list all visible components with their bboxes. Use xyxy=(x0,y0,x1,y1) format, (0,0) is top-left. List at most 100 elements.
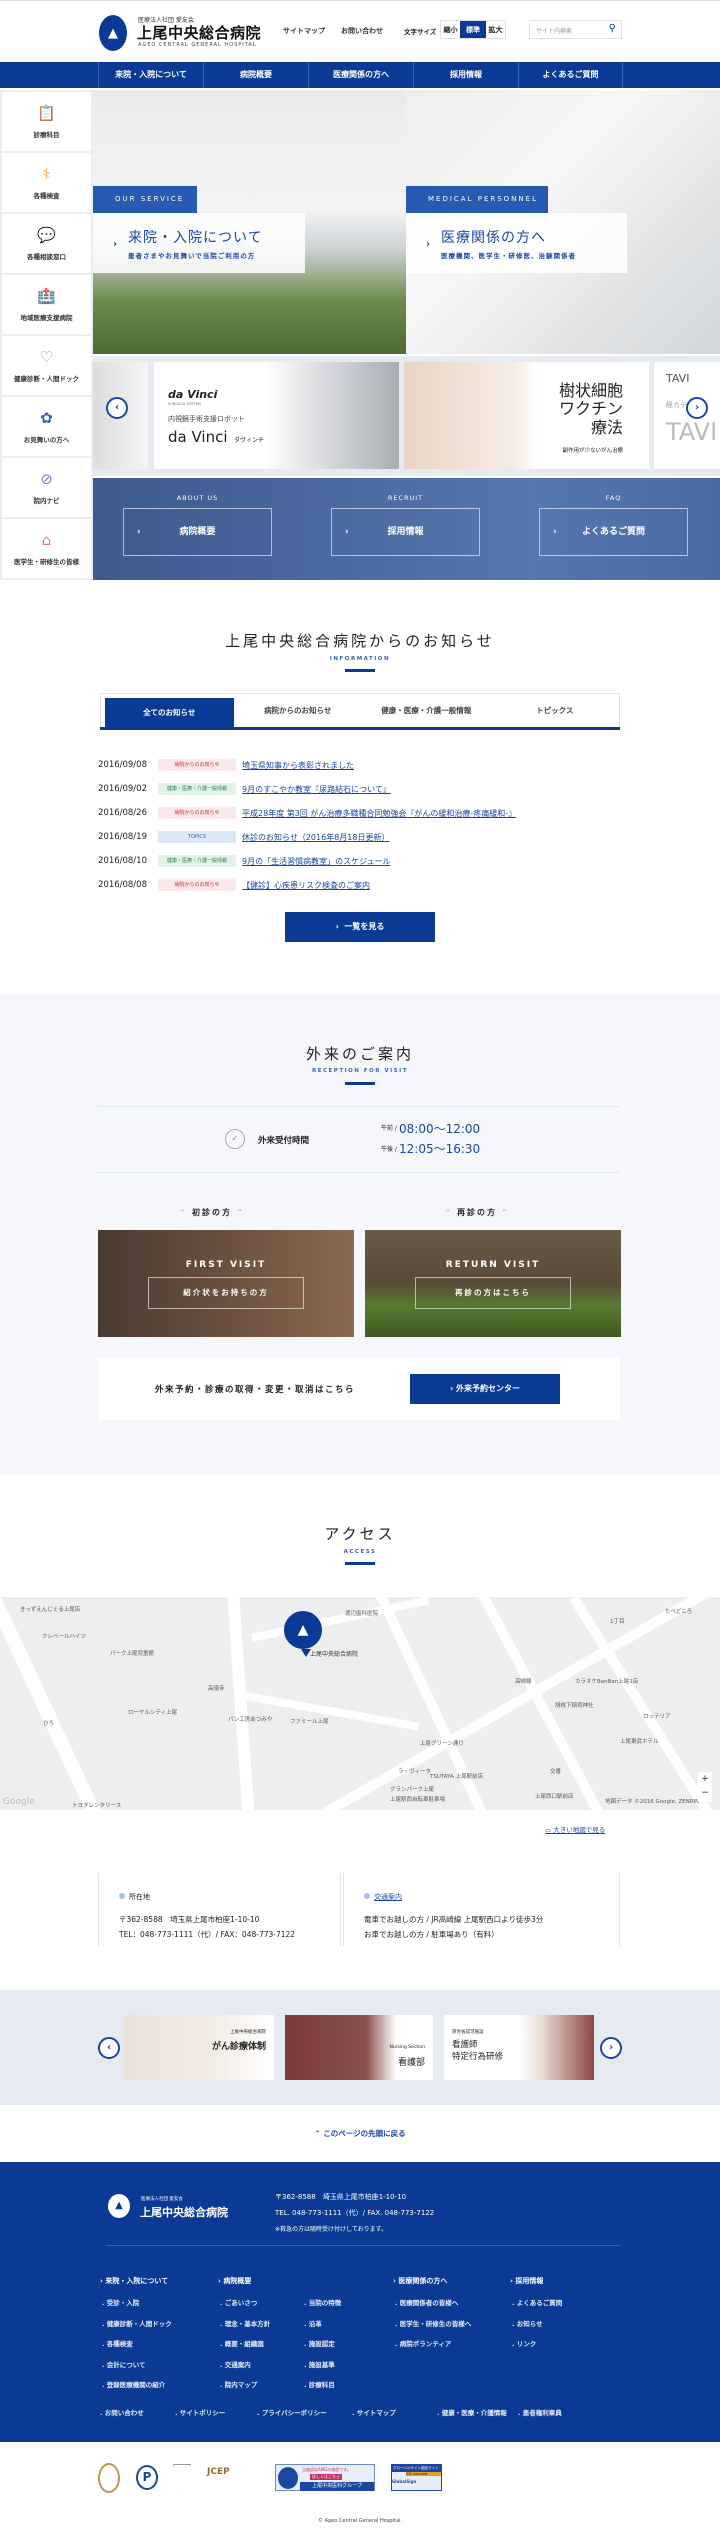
reservation-center-button[interactable]: › 外来予約センター xyxy=(410,1374,560,1404)
globalsign-badge[interactable]: グローバルサイン認証サイト SSL secured GlobalSign xyxy=(391,2464,442,2491)
traffic-link[interactable]: 交通案内 xyxy=(374,1893,402,1901)
footer-bottom-link-text: 患者権利章典 xyxy=(522,2409,562,2417)
hero-visit-panel[interactable]: OUR SERVICE › 来院・入院について 患者さまやお見舞いで当院ご利用の… xyxy=(93,90,406,354)
carousel-prev-button[interactable]: ‹ xyxy=(98,2037,120,2059)
slide-vaccine[interactable]: 樹状細胞 ワクチン 療法 副作用が少ないがん治療 xyxy=(404,362,649,469)
footer-link[interactable]: . 沿革 xyxy=(304,2318,322,2328)
nav-about[interactable]: 病院概要 xyxy=(203,62,308,88)
am-hours: 08:00～12:00 xyxy=(399,1122,481,1136)
hero-medical-panel[interactable]: MEDICAL PERSONNEL › 医療関係の方へ 医療機関、医学生・研修医… xyxy=(406,90,720,354)
logo-name[interactable]: 上尾中央総合病院 xyxy=(137,22,261,43)
nav-recruit[interactable]: 採用情報 xyxy=(413,62,518,88)
nav-medical[interactable]: 医療関係の方へ xyxy=(308,62,413,88)
footer-bottom-link[interactable]: . お問い合わせ xyxy=(100,2407,144,2417)
footer-link[interactable]: . 理念・基本方針 xyxy=(220,2318,270,2328)
contact-link[interactable]: お問い合わせ xyxy=(341,26,383,36)
footer-link-text: 登録医療機関の紹介 xyxy=(106,2381,166,2389)
news-link[interactable]: 9月のすこやか教室『尿路結石について』 xyxy=(242,784,391,795)
font-size-large-button[interactable]: 拡大 xyxy=(486,21,505,38)
sidebar-item-regional-hospital[interactable]: 🏥 地域医療支援病院 xyxy=(2,275,91,334)
hospital-logo-icon[interactable]: ▲ xyxy=(99,15,127,51)
footer-link[interactable]: . 診療科目 xyxy=(304,2379,335,2389)
footer-col-title[interactable]: › 来院・入院について xyxy=(100,2276,168,2286)
slider-prev-button[interactable]: ‹ xyxy=(106,397,128,419)
map-zoom-control[interactable]: + − xyxy=(698,1772,712,1802)
footer-link[interactable]: . ごあいさつ xyxy=(220,2297,257,2307)
sidebar-item-navi[interactable]: ⊘ 院内ナビ xyxy=(2,458,91,517)
news-more-button[interactable]: › 一覧を見る xyxy=(285,912,435,942)
news-link[interactable]: 埼玉県知事から表彰されました xyxy=(242,760,354,771)
sidebar-item-consultation[interactable]: 💬 各種相談窓口 xyxy=(2,214,91,273)
jcep-badge[interactable]: JCEP xyxy=(207,2467,230,2477)
footer-link[interactable]: . よくあるご質問 xyxy=(512,2297,562,2307)
nav-visit[interactable]: 来院・入院について xyxy=(98,62,203,88)
banner-about-button[interactable]: › 病院概要 xyxy=(123,508,272,556)
footer-link[interactable]: . 交通案内 xyxy=(220,2359,251,2369)
footer-link[interactable]: . 健康診断・人間ドック xyxy=(102,2318,172,2328)
footer-col-title[interactable]: › 病院概要 xyxy=(218,2276,251,2286)
news-link[interactable]: 【健診】心疾患リスク検査のご案内 xyxy=(242,880,370,891)
footer-link[interactable]: . 施設基準 xyxy=(304,2359,335,2369)
footer-link[interactable]: . 当院の特徴 xyxy=(304,2297,341,2307)
banner-faq-button[interactable]: › よくあるご質問 xyxy=(539,508,688,556)
footer-link[interactable]: . 病院ボランティア xyxy=(395,2338,451,2348)
first-visit-card[interactable]: FIRST VISIT 紹介状をお持ちの方 xyxy=(98,1230,354,1337)
return-visit-card[interactable]: RETURN VISIT 再診の方はこちら xyxy=(365,1230,621,1337)
news-link[interactable]: 9月の「生活習慣病教室」のスケジュール xyxy=(242,856,391,867)
footer-bottom-link[interactable]: . 患者権利章典 xyxy=(518,2407,562,2417)
tab-health[interactable]: 健康・医療・介護一般情報 xyxy=(362,694,491,728)
news-link[interactable]: 平成28年度 第3回 がん治療多職種合同勉強会『がんの緩和治療-疼痛緩和-』 xyxy=(242,808,516,819)
back-to-top-link[interactable]: ⌃ このページの先頭に戻る xyxy=(0,2128,720,2139)
slide-tavi[interactable]: TAVI 経カテーテル TAVI xyxy=(654,362,720,469)
sidebar-item-visitors[interactable]: ✿ お見舞いの方へ xyxy=(2,397,91,456)
sidebar-item-departments[interactable]: 📋 診療科目 xyxy=(2,92,91,151)
tab-topics[interactable]: トピックス xyxy=(491,694,620,728)
footer-link[interactable]: . リンク xyxy=(512,2338,536,2348)
footer-col-title[interactable]: › 採用情報 xyxy=(510,2276,543,2286)
footer-link[interactable]: . 各種検査 xyxy=(102,2338,133,2348)
slide-davinci[interactable]: da Vinci SURGICAL SYSTEM 内視鏡手術支援ロボット da … xyxy=(154,362,399,469)
footer-bottom-link[interactable]: . サイトポリシー xyxy=(175,2407,225,2417)
banner-training[interactable]: 厚労省認可施設 看護師 特定行為研修 xyxy=(444,2015,594,2080)
footer-link[interactable]: . 施設認定 xyxy=(304,2338,335,2348)
sitemap-link[interactable]: サイトマップ xyxy=(283,26,325,36)
footer-link[interactable]: . お知らせ xyxy=(512,2318,543,2328)
tab-all[interactable]: 全てのお知らせ xyxy=(105,698,234,728)
font-size-standard-button[interactable]: 標準 xyxy=(460,21,486,38)
banner-cancer[interactable]: 上尾中央総合病院 がん診療体制 xyxy=(124,2015,274,2080)
jmqa-badge-icon[interactable] xyxy=(173,2464,191,2492)
privacy-mark-icon[interactable]: P xyxy=(136,2465,158,2490)
chevron-right-icon: › xyxy=(553,527,557,537)
banner-nursing[interactable]: Nursing Section 看護部 xyxy=(285,2015,433,2080)
footer-link[interactable]: . 概要・組織図 xyxy=(220,2338,264,2348)
footer-link[interactable]: . 会計について xyxy=(102,2359,146,2369)
certification-badge-icon[interactable] xyxy=(98,2463,120,2493)
font-size-small-button[interactable]: 縮小 xyxy=(441,21,460,38)
davinci-brand: da Vinci xyxy=(168,388,218,401)
footer-link[interactable]: . 院内マップ xyxy=(220,2379,257,2389)
sidebar-item-students[interactable]: ⌂ 医学生・研修生の皆様 xyxy=(2,519,91,578)
footer-link[interactable]: . 医療関係者の皆様へ xyxy=(395,2297,458,2307)
footer-link[interactable]: . 登録医療機関の紹介 xyxy=(102,2379,165,2389)
footer-col-title[interactable]: › 医療関係の方へ xyxy=(393,2276,447,2286)
carousel-next-button[interactable]: › xyxy=(600,2037,622,2059)
banner-recruit-button[interactable]: › 採用情報 xyxy=(331,508,480,556)
search-icon[interactable]: ⚲ xyxy=(609,23,616,34)
news-link[interactable]: 休診のお知らせ（2016年8月18日更新） xyxy=(242,832,389,843)
tab-hospital[interactable]: 病院からのお知らせ xyxy=(234,694,363,728)
map-label: グランパーク上尾 xyxy=(390,1787,435,1793)
sidebar-item-exams[interactable]: ⚕ 各種検査 xyxy=(2,153,91,212)
amg-badge[interactable]: 当施設はAMGの施設です。 詳しくはこちら 上尾中央医科グループ xyxy=(275,2464,375,2491)
footer-bottom-link[interactable]: . 健康・医療・介護情報 xyxy=(437,2407,507,2417)
big-map-link[interactable]: ▭ 大きい地図で見る xyxy=(545,1824,605,1834)
search-input[interactable]: サイト内検索 ⚲ xyxy=(529,20,622,39)
footer-link[interactable]: . 受診・入院 xyxy=(102,2297,139,2307)
map-pin-icon[interactable]: ▲ xyxy=(284,1611,322,1649)
nav-faq[interactable]: よくあるご質問 xyxy=(518,62,623,88)
footer-bottom-link[interactable]: . プライバシーポリシー xyxy=(257,2407,327,2417)
footer-bottom-link[interactable]: . サイトマップ xyxy=(352,2407,396,2417)
sidebar-item-checkup[interactable]: ♡ 健康診断・人間ドック xyxy=(2,336,91,395)
slider-next-button[interactable]: › xyxy=(686,397,708,419)
footer-link[interactable]: . 医学生・研修生の皆様へ xyxy=(395,2318,471,2328)
access-map[interactable]: きっずえんじぇる上尾店 クレベールハイツ パーク上尾児童館 上尾中央総合病院 渡辺歯科医… xyxy=(0,1597,720,1810)
